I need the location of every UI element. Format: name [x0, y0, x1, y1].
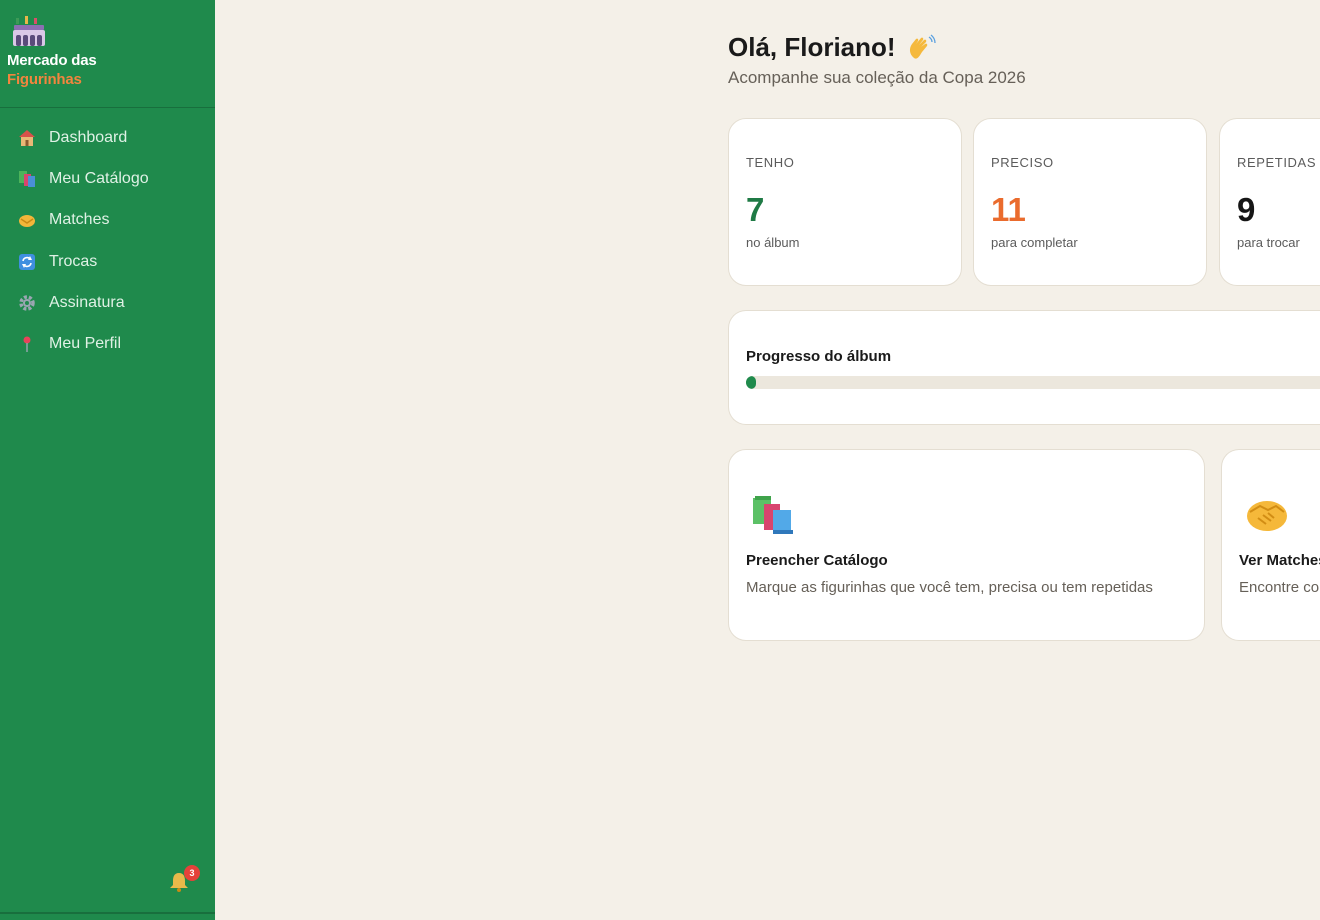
stat-label: TENHO: [746, 155, 795, 170]
sidebar-item-trocas[interactable]: Trocas: [0, 242, 215, 282]
stat-label: PRECISO: [991, 155, 1054, 170]
stadium-icon: [13, 16, 45, 46]
action-description: Marque as figurinhas que você tem, preci…: [746, 579, 1153, 596]
handshake-icon: [18, 211, 36, 229]
stat-card-tenho: TENHO 7 no álbum: [728, 118, 962, 286]
action-card-catalogo[interactable]: Preencher Catálogo Marque as figurinhas …: [728, 449, 1205, 641]
books-icon: [753, 496, 793, 534]
gear-icon: [18, 294, 36, 312]
sidebar-item-matches[interactable]: Matches: [0, 200, 215, 240]
swap-icon: [18, 253, 36, 271]
progress-fill: [746, 376, 756, 389]
stat-card-repetidas: REPETIDAS 9 para trocar: [1219, 118, 1320, 286]
pin-icon: [18, 335, 36, 353]
page-subtitle: Acompanhe sua coleção da Copa 2026: [728, 68, 1026, 87]
sidebar-item-assinatura[interactable]: Assinatura: [0, 283, 215, 323]
stat-value: 11: [991, 191, 1026, 228]
house-icon: [18, 129, 36, 147]
stat-card-preciso: PRECISO 11 para completar: [973, 118, 1207, 286]
divider: [0, 912, 215, 914]
stat-caption: no álbum: [746, 235, 800, 250]
action-title: Preencher Catálogo: [746, 552, 888, 569]
notification-badge: 3: [184, 865, 200, 881]
sidebar: Mercado das Figurinhas Dashboard Meu Cat…: [0, 0, 215, 920]
sidebar-item-dashboard[interactable]: Dashboard: [0, 118, 215, 158]
waving-hand-icon: [909, 33, 936, 59]
stat-value: 7: [746, 191, 765, 228]
brand-name-accent: Figurinhas: [7, 71, 82, 88]
brand[interactable]: Mercado das Figurinhas: [0, 0, 215, 108]
sidebar-item-label: Assinatura: [49, 294, 125, 311]
greeting-text: Olá, Floriano!: [728, 32, 896, 62]
books-icon: [18, 170, 36, 188]
action-title: Ver Matches: [1239, 552, 1320, 569]
progress-title: Progresso do álbum: [746, 348, 892, 365]
sidebar-item-label: Trocas: [49, 253, 98, 270]
sidebar-item-perfil[interactable]: Meu Perfil: [0, 324, 215, 364]
progress-card: Progresso do álbum: [728, 310, 1320, 425]
handshake-icon: [1247, 501, 1287, 531]
sidebar-item-label: Matches: [49, 211, 110, 228]
sidebar-item-label: Meu Catálogo: [49, 170, 149, 187]
action-card-matches[interactable]: Ver Matches Encontre colecionadores: [1221, 449, 1320, 641]
stat-caption: para completar: [991, 235, 1078, 250]
progress-bar: [746, 376, 1320, 389]
stat-caption: para trocar: [1237, 235, 1300, 250]
stat-value: 9: [1237, 191, 1256, 228]
notifications-button[interactable]: 3: [168, 865, 202, 895]
sidebar-item-label: Dashboard: [49, 129, 128, 146]
brand-name: Mercado das: [7, 52, 97, 69]
sidebar-item-label: Meu Perfil: [49, 335, 122, 352]
page-title: Olá, Floriano!: [728, 32, 936, 63]
sidebar-item-catalogo[interactable]: Meu Catálogo: [0, 159, 215, 199]
stat-label: REPETIDAS: [1237, 155, 1317, 170]
action-description: Encontre colecionadores: [1239, 579, 1320, 596]
